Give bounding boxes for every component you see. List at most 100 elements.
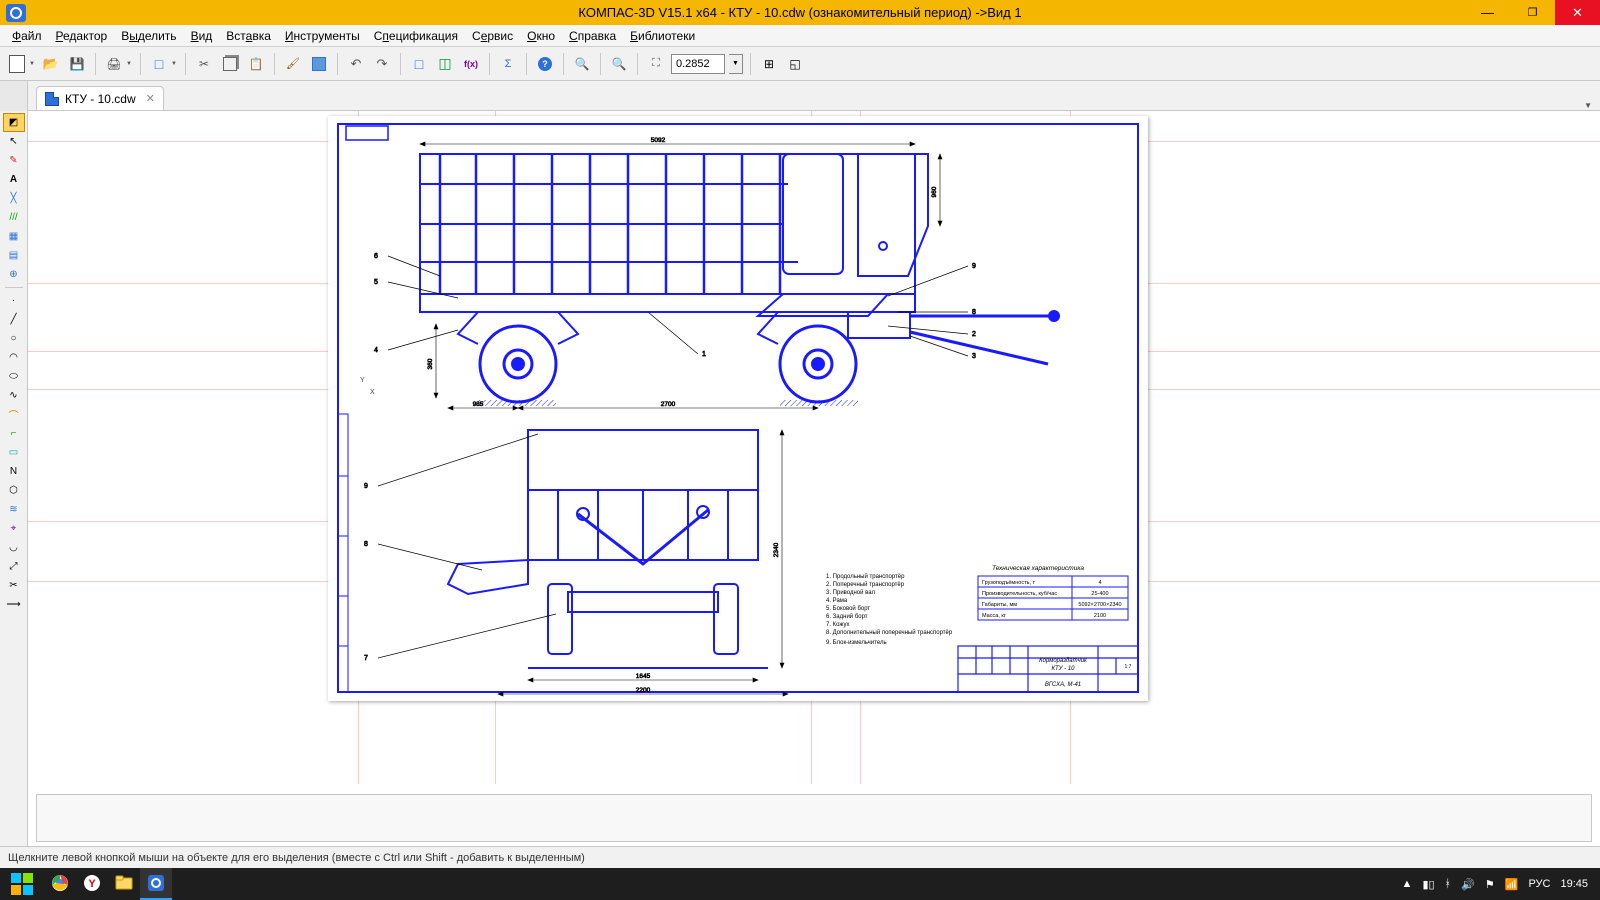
zoom-in-button[interactable] (571, 53, 593, 75)
undo-button[interactable] (345, 53, 367, 75)
drawing-canvas[interactable]: ✣ (28, 111, 1600, 784)
tool-text-icon[interactable]: A (3, 170, 25, 189)
paste-button[interactable] (245, 53, 267, 75)
svg-text:360: 360 (427, 358, 434, 369)
svg-text:985: 985 (473, 401, 484, 408)
menu-tools[interactable]: Инструменты (279, 27, 366, 45)
taskbar-chrome-icon[interactable] (44, 868, 76, 900)
new-button[interactable]: ▼ (6, 53, 28, 75)
cut-button[interactable] (193, 53, 215, 75)
fx-button[interactable] (460, 53, 482, 75)
tool-contour-icon[interactable]: ⬡ (3, 481, 25, 500)
tool-centerline-icon[interactable]: ╳ (3, 189, 25, 208)
tool-fillet-icon[interactable]: ⌒ (3, 405, 25, 424)
manager-button[interactable] (408, 53, 430, 75)
variables-button[interactable] (434, 53, 456, 75)
zoom-input[interactable] (671, 54, 725, 74)
tool-table-icon[interactable]: ▦ (3, 227, 25, 246)
zoom-dropdown[interactable]: ▼ (729, 54, 743, 74)
tool-polyline-icon[interactable]: N (3, 462, 25, 481)
tool-ellipse-icon[interactable]: ⬭ (3, 367, 25, 386)
tool-arc-icon[interactable]: ◠ (3, 348, 25, 367)
tool-tangent-icon[interactable]: ◡ (3, 538, 25, 557)
tool-geometry-icon[interactable]: ◩ (3, 113, 25, 132)
toolbar-main: ▼ ▼ ▼ ▼ (0, 47, 1600, 81)
tabs-overflow-icon[interactable]: ▼ (1584, 101, 1592, 110)
tray-network-icon[interactable]: 📶 (1505, 878, 1519, 891)
svg-text:1645: 1645 (636, 673, 651, 680)
svg-text:7. Кожух: 7. Кожух (826, 622, 850, 628)
tray-lang[interactable]: РУС (1528, 878, 1550, 890)
taskbar-yandex-icon[interactable]: Y (76, 868, 108, 900)
tool-equidistant-icon[interactable]: ≋ (3, 500, 25, 519)
menu-service[interactable]: Сервис (466, 27, 519, 45)
tool-arrow-icon[interactable]: ↖ (3, 132, 25, 151)
svg-text:9. Блок-измельчитель: 9. Блок-измельчитель (826, 640, 887, 646)
tool-line-icon[interactable]: ╱ (3, 310, 25, 329)
menu-editor[interactable]: Редактор (50, 27, 114, 45)
tray-flag-icon[interactable]: ⚑ (1485, 878, 1495, 891)
copy-button[interactable] (219, 53, 241, 75)
start-button[interactable] (0, 868, 44, 900)
tool-break-icon[interactable]: ⤢ (3, 557, 25, 576)
tab-ktu10[interactable]: КТУ - 10.cdw ✕ (36, 86, 164, 110)
tool-axis-icon[interactable]: ⊕ (3, 265, 25, 284)
svg-text:5: 5 (374, 279, 378, 286)
format-button[interactable] (282, 53, 304, 75)
svg-text:1: 1 (702, 351, 706, 358)
taskbar-explorer-icon[interactable] (108, 868, 140, 900)
svg-text:Производительность, куб/час: Производительность, куб/час (982, 591, 1057, 597)
svg-text:Техническая характеристика: Техническая характеристика (992, 565, 1084, 572)
svg-text:2340: 2340 (773, 542, 780, 557)
svg-text:2100: 2100 (1094, 613, 1106, 619)
menu-spec[interactable]: Спецификация (368, 27, 464, 45)
print-button[interactable]: ▼ (103, 53, 125, 75)
menu-select[interactable]: Выделить (115, 27, 182, 45)
menu-view[interactable]: Вид (185, 27, 219, 45)
tool-point-icon[interactable]: · (3, 291, 25, 310)
menu-file[interactable]: Файл (6, 27, 48, 45)
menu-help[interactable]: Справка (563, 27, 622, 45)
tray-clock[interactable]: 19:45 (1560, 878, 1588, 890)
tool-trim-icon[interactable]: ✂ (3, 576, 25, 595)
tool-circle-icon[interactable]: ○ (3, 329, 25, 348)
menubar: Файл Редактор Выделить Вид Вставка Инстр… (0, 25, 1600, 47)
save-button[interactable] (66, 53, 88, 75)
tool-chamfer-icon[interactable]: ⌐ (3, 424, 25, 443)
menu-insert[interactable]: Вставка (220, 27, 277, 45)
svg-text:2700: 2700 (661, 401, 676, 408)
tray-volume-icon[interactable]: 🔊 (1461, 878, 1475, 891)
svg-text:4: 4 (374, 347, 378, 354)
tool-pen-icon[interactable]: ✎ (3, 151, 25, 170)
zoom-window-button[interactable] (608, 53, 630, 75)
tool-rect-icon[interactable]: ▭ (3, 443, 25, 462)
property-panel[interactable] (36, 794, 1592, 842)
svg-text:6. Задний борт: 6. Задний борт (826, 613, 868, 620)
tool-table2-icon[interactable]: ▤ (3, 246, 25, 265)
tool-extend-icon[interactable]: ⟶ (3, 595, 25, 614)
help-button[interactable] (534, 53, 556, 75)
tool-spline-icon[interactable]: ∿ (3, 386, 25, 405)
menu-libraries[interactable]: Библиотеки (624, 27, 701, 45)
tab-close-icon[interactable]: ✕ (146, 92, 155, 105)
svg-text:Масса, кг: Масса, кг (982, 613, 1006, 619)
svg-text:1. Продольный транспортёр: 1. Продольный транспортёр (826, 573, 905, 580)
zoom-fit-button[interactable] (645, 53, 667, 75)
taskbar-kompas-icon[interactable] (140, 868, 172, 900)
tool-autoaxis-icon[interactable]: ⌖ (3, 519, 25, 538)
calc-button[interactable] (497, 53, 519, 75)
open-button[interactable] (40, 53, 62, 75)
tray-up-icon[interactable]: ▲ (1402, 878, 1413, 890)
tool-hatch-icon[interactable]: /// (3, 208, 25, 227)
svg-text:6: 6 (374, 253, 378, 260)
redo-button[interactable] (371, 53, 393, 75)
layout-button[interactable]: ▼ (148, 53, 170, 75)
tab-label: КТУ - 10.cdw (65, 92, 136, 106)
tray-battery-icon[interactable]: ▮▯ (1422, 878, 1434, 891)
zoom-scale-button[interactable] (758, 53, 780, 75)
tray-bluetooth-icon[interactable]: ᚼ (1445, 878, 1452, 890)
left-toolbox: ◩ ↖ ✎ A ╳ /// ▦ ▤ ⊕ · ╱ ○ ◠ ⬭ ∿ ⌒ ⌐ ▭ N … (0, 111, 28, 846)
zoom-prev-button[interactable] (784, 53, 806, 75)
properties-button[interactable] (308, 53, 330, 75)
menu-window[interactable]: Окно (521, 27, 561, 45)
